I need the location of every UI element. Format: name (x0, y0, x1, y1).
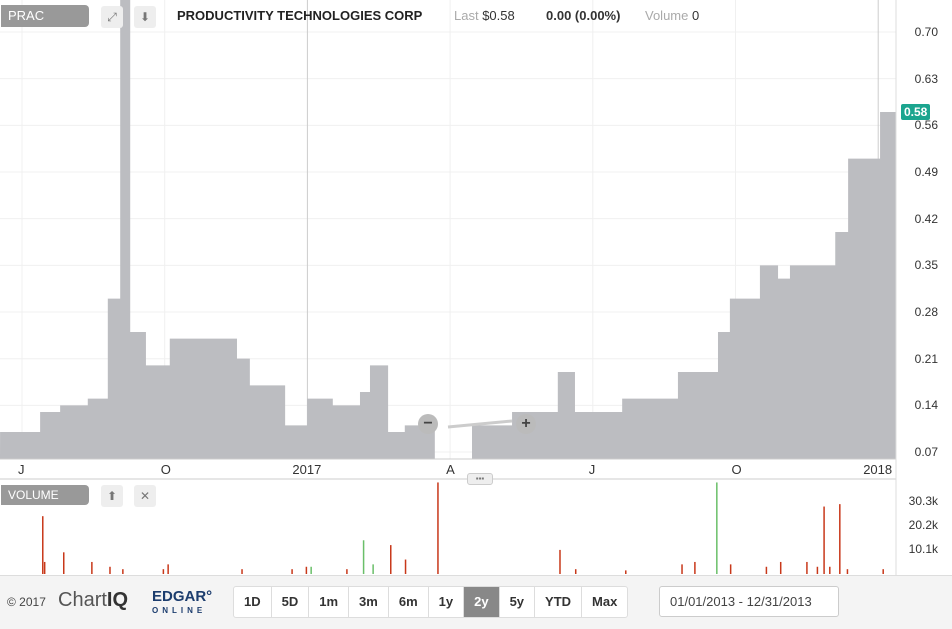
volume-panel-label: VOLUME (1, 485, 89, 505)
price-tick: 0.21 (914, 351, 938, 366)
price-tick: 0.28 (914, 305, 938, 320)
price-area (0, 0, 897, 459)
logo-text-iq: IQ (106, 589, 129, 611)
current-price-tag: 0.58 (901, 104, 931, 120)
volume-tick: 30.3k (908, 494, 938, 508)
range-button-ytd[interactable]: YTD (535, 587, 583, 617)
volume-bar (839, 504, 841, 574)
symbol-label[interactable]: PRAC (1, 5, 89, 27)
date-range-input[interactable]: 01/01/2013 - 12/31/2013 (659, 586, 839, 617)
volume-bar (91, 561, 93, 574)
volume-bar (625, 570, 627, 574)
range-button-2y[interactable]: 2y (464, 587, 500, 617)
price-tick: 0.07 (914, 445, 938, 460)
volume-bar (816, 566, 819, 574)
volume-bar (823, 506, 825, 574)
range-button-6m[interactable]: 6m (389, 587, 429, 617)
zoom-in-button[interactable]: + (516, 414, 536, 434)
arrow-up-icon[interactable]: ⬆ (101, 485, 123, 507)
volume-label: Volume (645, 8, 689, 23)
price-tick: 0.14 (914, 398, 938, 413)
volume-bar (681, 564, 683, 574)
price-tick: 0.56 (914, 118, 938, 133)
volume-readout: Volume 0 (645, 8, 699, 23)
panel-resize-handle[interactable]: ▪▪▪ (467, 473, 493, 485)
range-selector: 1D 5D 1m 3m 6m 1y 2y 5y YTD Max (233, 586, 629, 618)
volume-value: 0 (692, 8, 700, 23)
range-button-3m[interactable]: 3m (349, 587, 389, 617)
time-tick: O (731, 462, 742, 477)
range-button-5d[interactable]: 5D (272, 587, 310, 617)
volume-bar (404, 559, 407, 574)
footer: © 2017 ChartIQ EDGAR° ONLINE 1D 5D 1m 3m 6m 1y… (0, 575, 952, 629)
zoom-out-button[interactable]: − (418, 414, 438, 434)
logo-online: ONLINE (152, 606, 207, 615)
price-change: 0.00 (0.00%) (546, 8, 621, 23)
volume-bar (882, 569, 884, 574)
volume-bar (574, 569, 577, 574)
close-icon[interactable]: ✕ (134, 485, 156, 507)
edgar-online-logo: EDGAR° ONLINE (152, 588, 213, 618)
volume-bar (729, 564, 732, 574)
last-label: Last (454, 8, 479, 23)
company-name: PRODUCTIVITY TECHNOLOGIES CORP (177, 8, 423, 23)
price-tick: 0.42 (914, 211, 938, 226)
volume-bar (437, 482, 439, 574)
range-button-max[interactable]: Max (582, 587, 627, 617)
volume-bar (162, 569, 165, 574)
volume-bar (694, 561, 696, 574)
range-button-5y[interactable]: 5y (500, 587, 536, 617)
chartiq-logo: ChartIQ (58, 589, 128, 612)
time-tick: O (160, 462, 171, 477)
volume-bar (829, 566, 831, 574)
volume-bar (310, 566, 312, 574)
time-tick: J (18, 462, 25, 477)
logo-edgar: EDGAR° (152, 588, 213, 605)
volume-tick: 10.1k (908, 542, 938, 556)
volume-bar (291, 569, 293, 574)
arrow-down-icon[interactable]: ⬇ (134, 6, 156, 28)
copyright: © 2017 (7, 595, 46, 609)
range-button-1y[interactable]: 1y (429, 587, 465, 617)
volume-bar (167, 564, 169, 574)
price-tick: 0.70 (914, 25, 938, 39)
logo-text: Chart (58, 589, 107, 611)
time-tick: J (588, 462, 596, 477)
price-tick: 0.49 (914, 165, 938, 179)
volume-bar (42, 516, 44, 574)
volume-bar (346, 569, 348, 574)
volume-bar (779, 561, 782, 574)
volume-bar (305, 566, 308, 574)
volume-tick: 20.2k (908, 518, 938, 532)
time-tick: 2017 (292, 462, 322, 477)
time-tick: A (446, 462, 455, 477)
last-price: Last $0.58 (454, 8, 515, 23)
volume-bar (43, 561, 46, 574)
range-button-1m[interactable]: 1m (309, 587, 350, 617)
last-value: $0.58 (482, 8, 515, 23)
volume-bar (716, 482, 718, 574)
volume-bar (559, 549, 561, 574)
volume-bar (390, 545, 392, 574)
volume-bar (241, 569, 243, 574)
volume-bar (765, 566, 768, 574)
volume-bar (62, 552, 65, 574)
volume-bar (806, 561, 808, 574)
price-tick: 0.35 (914, 258, 938, 273)
volume-bar (362, 540, 365, 574)
volume-bar (109, 566, 111, 574)
price-tick: 0.63 (914, 71, 938, 86)
volume-bar (846, 569, 849, 574)
volume-bar (372, 564, 374, 574)
volume-bar (122, 569, 124, 574)
expand-icon[interactable]: ⤢ (101, 6, 123, 28)
time-tick: 2018 (863, 462, 893, 477)
range-button-1d[interactable]: 1D (234, 587, 272, 617)
